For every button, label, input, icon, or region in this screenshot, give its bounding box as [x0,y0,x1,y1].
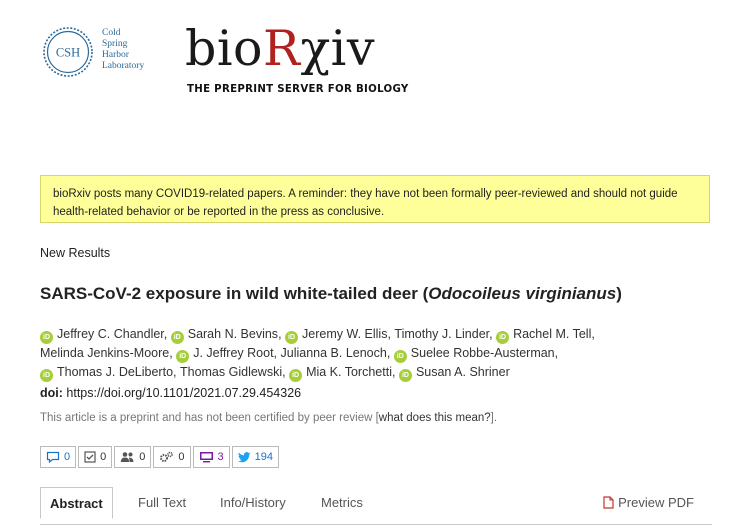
author-name: Susan A. Shriner [415,365,510,379]
twitter-badge[interactable]: 194 [231,446,279,468]
certification-note: This article is a preprint and has not b… [40,412,498,424]
author-name: Melinda Jenkins-Moore [40,346,170,360]
article-section: New Results [40,246,111,260]
author-separator: , [163,327,171,341]
orcid-icon[interactable]: iD [40,331,53,344]
author-name: Julianna B. Lenoch [280,346,387,360]
cshl-seal-icon: CSH [43,27,93,77]
cshl-line: Cold [102,28,121,38]
author-name: Suelee Robbe-Austerman [410,346,555,360]
orcid-icon[interactable]: iD [398,369,412,382]
orcid-icon[interactable]: iD [170,331,184,344]
orcid-icon[interactable]: iD [393,350,407,363]
author[interactable]: iD Jeremy W. Ellis, [285,327,394,344]
orcid-icon[interactable]: iD [40,369,53,382]
author[interactable]: Julianna B. Lenoch, [281,346,394,360]
cshl-line: Laboratory [102,61,145,71]
what-does-this-mean-link[interactable]: what does this mean? [379,412,491,424]
author[interactable]: Thomas Gidlewski, [180,365,289,379]
author[interactable]: iD J. Jeffrey Root, [176,346,281,363]
author[interactable]: iD Sarah N. Bevins, [170,327,286,344]
orcid-icon[interactable]: iD [285,331,299,344]
check-square-icon [84,451,96,463]
comments-badge[interactable]: 0 [40,446,77,468]
biorxiv-wordmark: bioRχiv [185,20,375,77]
tagline: THE PREPRINT SERVER FOR BIOLOGY [187,84,409,95]
author-separator: , [278,327,286,341]
author[interactable]: iD Thomas J. DeLiberto, [40,365,180,382]
author[interactable]: iD Suelee Robbe-Austerman, [393,346,559,363]
tab-info-history[interactable]: Info/History [220,487,286,518]
orcid-icon[interactable]: iD [496,331,510,344]
cshl-text: Cold Spring Harbor Laboratory [102,28,144,72]
cshl-logo[interactable]: CSH Cold Spring Harbor Laboratory [42,26,144,78]
orcid-icon[interactable]: iD [176,350,190,363]
comment-icon [46,451,60,463]
author-name: Timothy J. Linder [394,327,490,341]
reviews-badge[interactable]: 0 [78,446,113,468]
author-separator: , [386,346,394,360]
tab-metrics[interactable]: Metrics [321,487,363,518]
cshl-line: Harbor [102,50,129,60]
automated-badge[interactable]: 0 [153,446,191,468]
author-name: Jeremy W. Ellis [302,327,388,341]
author-name: Rachel M. Tell [513,327,592,341]
tab-full-text[interactable]: Full Text [138,487,186,518]
author-name: Thomas J. DeLiberto [57,365,174,379]
author[interactable]: iD Rachel M. Tell, [496,327,595,344]
author-separator: , [591,327,595,341]
media-badge[interactable]: 3 [192,446,230,468]
users-icon [121,452,134,462]
community-badge[interactable]: 0 [114,446,152,468]
gears-icon [160,451,174,462]
pdf-file-icon [603,496,614,509]
orcid-icon[interactable]: iD [289,369,303,382]
article-metrics: 0 0 0 0 3 194 [40,446,281,468]
author-separator: , [273,346,281,360]
author[interactable]: iD Susan A. Shriner [398,365,510,382]
article-tabs: Abstract Full Text Info/History Metrics … [40,487,712,525]
doi: doi: https://doi.org/10.1101/2021.07.29.… [40,386,302,400]
author-list: iD Jeffrey C. Chandler, iD Sarah N. Bevins… [40,325,680,382]
article-title: SARS-CoV-2 exposure in wild white-tailed… [40,284,622,303]
tab-abstract[interactable]: Abstract [40,487,113,519]
author-separator: , [554,346,559,360]
author-separator: , [173,365,180,379]
author-name: Sarah N. Bevins [187,327,279,341]
monitor-icon [199,452,213,463]
covid-notice: bioRxiv posts many COVID19-related paper… [40,175,710,223]
twitter-icon [237,451,251,462]
author-separator: , [391,365,399,379]
author[interactable]: iD Mia K. Torchetti, [289,365,399,382]
svg-text:CSH: CSH [56,46,80,60]
preview-pdf-link[interactable]: Preview PDF [603,495,694,510]
author-name: Mia K. Torchetti [306,365,392,379]
author-name: J. Jeffrey Root [193,346,274,360]
author[interactable]: Melinda Jenkins-Moore, [40,346,176,360]
biorxiv-logo[interactable]: bioRχiv THE PREPRINT SERVER FOR BIOLOGY [185,20,409,95]
author-name: Thomas Gidlewski [179,365,283,379]
author-name: Jeffrey C. Chandler [57,327,164,341]
cshl-line: Spring [102,39,128,49]
author[interactable]: Timothy J. Linder, [394,327,496,341]
doi-link[interactable]: https://doi.org/10.1101/2021.07.29.45432… [66,386,301,400]
author[interactable]: iD Jeffrey C. Chandler, [40,327,171,344]
